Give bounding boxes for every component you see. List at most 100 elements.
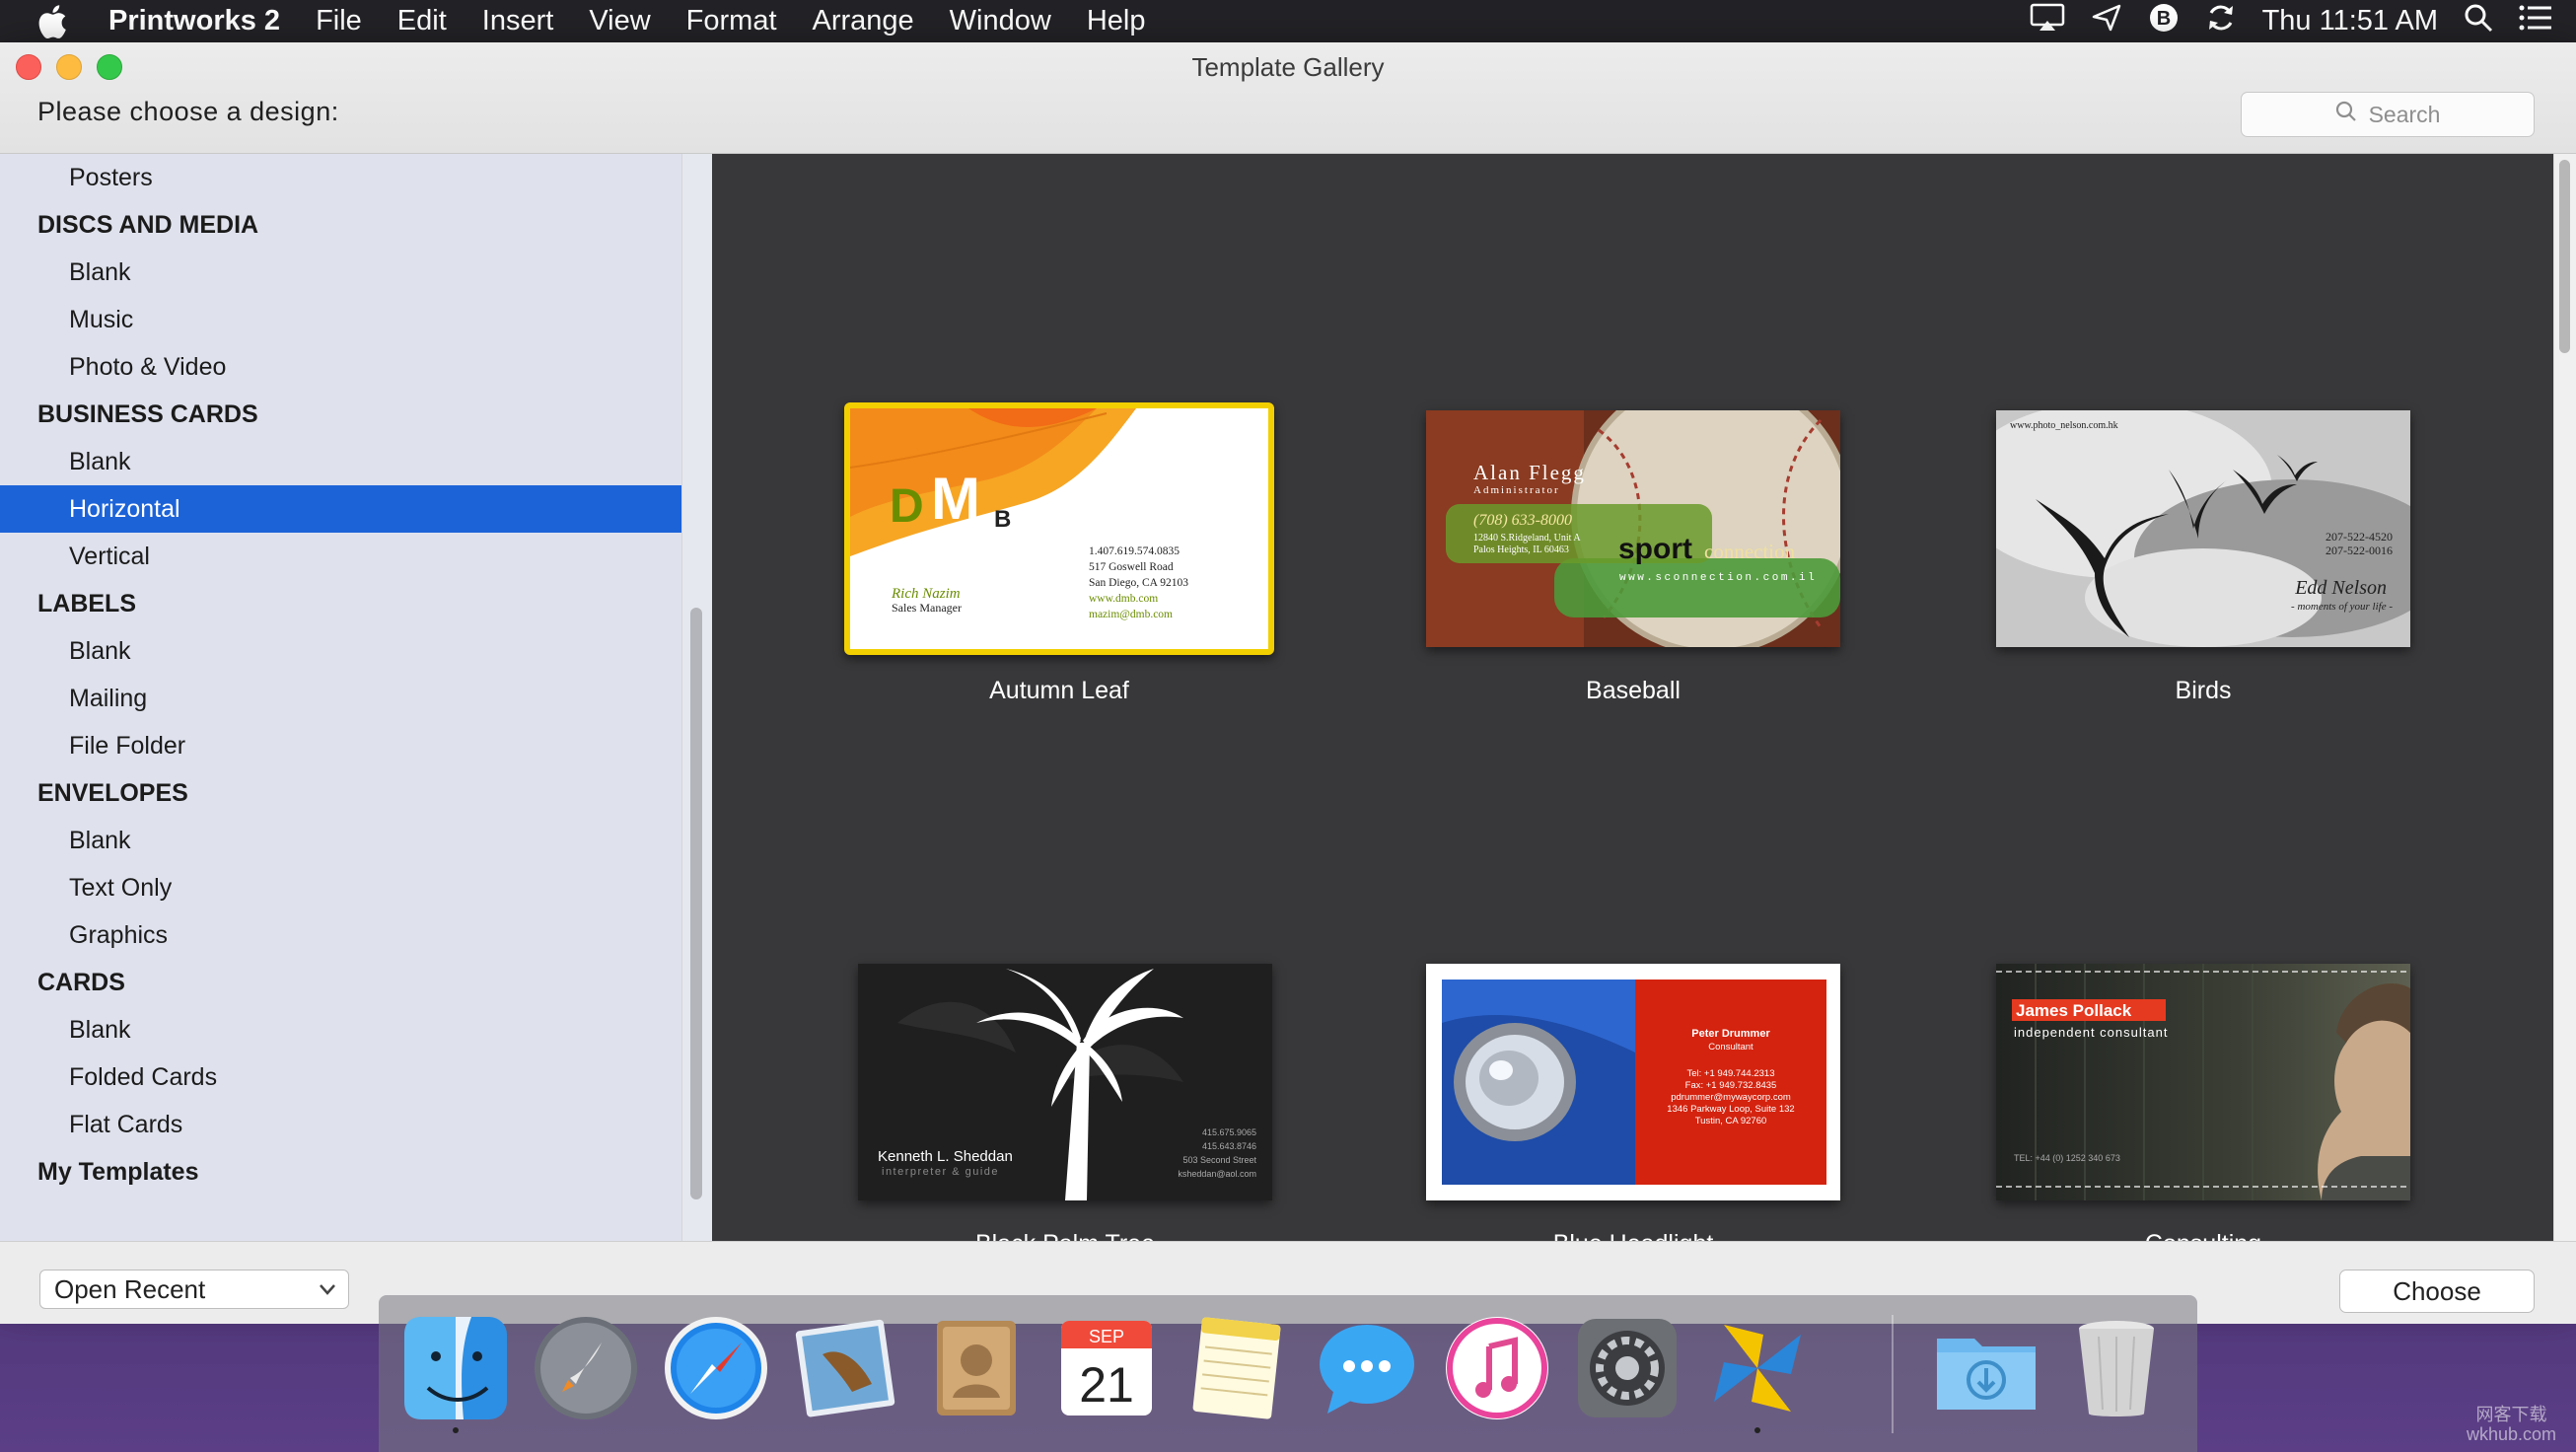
menu-edit[interactable]: Edit (380, 5, 465, 37)
autumn-leaf-card-art: D M B Rich Nazim Sales Manager 1.407.619… (850, 408, 1268, 649)
sidebar-header-labels[interactable]: LABELS (0, 580, 682, 627)
baseball-card-art: Alan Flegg Administrator (708) 633-8000 … (1426, 410, 1840, 647)
notes-icon[interactable] (1181, 1313, 1292, 1423)
card-role: interpreter & guide (882, 1166, 999, 1178)
running-indicator (453, 1427, 459, 1433)
menu-help[interactable]: Help (1069, 5, 1164, 37)
sidebar-scrollbar[interactable] (681, 154, 712, 1241)
display-mirror-icon[interactable] (2030, 3, 2065, 40)
card-logo: D (890, 480, 924, 533)
bluetooth-b-icon[interactable]: B (2148, 2, 2180, 41)
spotlight-search-icon[interactable] (2464, 3, 2493, 40)
card-line: San Diego, CA 92103 (1089, 577, 1188, 589)
gallery-scrollbar[interactable] (2553, 154, 2576, 1241)
printworks-icon[interactable] (1702, 1313, 1813, 1433)
card-name: James Pollack (2016, 1001, 2132, 1020)
sidebar-item-flat-cards[interactable]: Flat Cards (0, 1101, 682, 1148)
menu-arrange[interactable]: Arrange (795, 5, 932, 37)
finder-icon[interactable] (400, 1313, 511, 1433)
sidebar-header-discs-and-media[interactable]: DISCS AND MEDIA (0, 201, 682, 249)
card-role: independent consultant (2014, 1025, 2168, 1040)
location-arrow-icon[interactable] (2091, 3, 2122, 40)
menu-format[interactable]: Format (669, 5, 795, 37)
open-recent-dropdown[interactable]: Open Recent (39, 1270, 349, 1309)
template-gallery-window: Template Gallery Please choose a design:… (0, 42, 2576, 1324)
itunes-icon[interactable] (1442, 1313, 1552, 1423)
card-web: www.sconnection.com.il (1619, 572, 1817, 584)
sidebar-header-my-templates[interactable]: My Templates (0, 1148, 682, 1196)
menu-app-name[interactable]: Printworks 2 (108, 5, 298, 37)
card-phone: 207-522-4520 (2326, 530, 2393, 544)
template-label: Birds (2175, 677, 2232, 704)
menu-clock[interactable]: Thu 11:51 AM (2262, 5, 2438, 37)
template-label: Black Palm Tree (858, 1230, 1272, 1241)
sidebar-item-file-folder[interactable]: File Folder (0, 722, 682, 769)
sidebar-item-business-blank[interactable]: Blank (0, 438, 682, 485)
sidebar-item-mailing[interactable]: Mailing (0, 675, 682, 722)
search-field[interactable]: Search (2241, 92, 2535, 137)
template-thumbnail[interactable]: D M B Rich Nazim Sales Manager 1.407.619… (844, 402, 1274, 655)
search-icon (2335, 101, 2357, 128)
card-logo-b: B (994, 506, 1011, 533)
card-address: 12840 S.Ridgeland, Unit A (1473, 533, 1581, 544)
card-city: Palos Heights, IL 60463 (1473, 544, 1569, 555)
template-thumbnail[interactable]: www.photo_nelson.com.hk 207-522-4520 207… (1996, 410, 2410, 647)
template-thumbnail[interactable]: Alan Flegg Administrator (708) 633-8000 … (1426, 410, 1840, 647)
sidebar-item-folded-cards[interactable]: Folded Cards (0, 1053, 682, 1101)
template-label: Blue Headlight (1426, 1230, 1840, 1241)
mail-icon[interactable] (791, 1313, 901, 1423)
card-line: www.dmb.com (1089, 593, 1158, 605)
svg-text:B: B (2156, 8, 2170, 30)
template-label: Baseball (1586, 677, 1681, 704)
sidebar-item-graphics[interactable]: Graphics (0, 911, 682, 959)
sidebar-item-horizontal[interactable]: Horizontal (0, 485, 682, 533)
watermark-line1: 网客下载 (2475, 1405, 2547, 1424)
sidebar-header-business-cards[interactable]: BUSINESS CARDS (0, 391, 682, 438)
system-preferences-icon[interactable] (1572, 1313, 1682, 1423)
consulting-card-art: James Pollack independent consultant TEL… (1996, 964, 2410, 1200)
card-line: 1346 Parkway Loop, Suite 132 (1667, 1104, 1794, 1115)
template-thumbnail[interactable]: Peter Drummer Consultant Tel: +1 949.744… (1426, 964, 1840, 1200)
sidebar-item-text-only[interactable]: Text Only (0, 864, 682, 911)
menu-file[interactable]: File (298, 5, 380, 37)
trash-icon[interactable] (2061, 1313, 2172, 1423)
sidebar-header-cards[interactable]: CARDS (0, 959, 682, 1006)
calendar-icon[interactable]: SEP 21 (1051, 1313, 1162, 1423)
blue-headlight-card-art: Peter Drummer Consultant Tel: +1 949.744… (1426, 964, 1840, 1200)
card-tel: TEL: +44 (0) 1252 340 673 (2014, 1153, 2120, 1163)
card-role: Sales Manager (892, 601, 962, 615)
title-bar: Template Gallery Please choose a design:… (0, 42, 2576, 154)
template-thumbnail[interactable]: James Pollack independent consultant TEL… (1996, 964, 2410, 1200)
sidebar-item-discs-blank[interactable]: Blank (0, 249, 682, 296)
sidebar-item-posters[interactable]: Posters (0, 154, 682, 201)
template-label: Autumn Leaf (989, 677, 1129, 704)
choose-button[interactable]: Choose (2339, 1270, 2535, 1313)
gallery-scroll-thumb[interactable] (2559, 160, 2570, 353)
safari-icon[interactable] (661, 1313, 771, 1423)
template-thumbnail[interactable]: Kenneth L. Sheddan interpreter & guide 4… (858, 964, 1272, 1200)
sidebar-item-labels-blank[interactable]: Blank (0, 627, 682, 675)
card-line: 517 Goswell Road (1089, 561, 1174, 573)
notification-center-icon[interactable] (2519, 4, 2552, 39)
downloads-folder-icon[interactable] (1931, 1313, 2041, 1423)
sidebar-item-vertical[interactable]: Vertical (0, 533, 682, 580)
contacts-icon[interactable] (921, 1313, 1032, 1423)
messages-icon[interactable] (1312, 1313, 1422, 1423)
menu-view[interactable]: View (571, 5, 668, 37)
sidebar-item-music[interactable]: Music (0, 296, 682, 343)
sidebar-item-photo-video[interactable]: Photo & Video (0, 343, 682, 391)
menu-insert[interactable]: Insert (465, 5, 572, 37)
sidebar-header-envelopes[interactable]: ENVELOPES (0, 769, 682, 817)
sidebar-item-envelopes-blank[interactable]: Blank (0, 817, 682, 864)
sidebar-item-cards-blank[interactable]: Blank (0, 1006, 682, 1053)
card-line: Tel: +1 949.744.2313 (1686, 1068, 1774, 1079)
sync-icon[interactable] (2205, 2, 2237, 41)
card-line: 415.643.8746 (1202, 1141, 1256, 1151)
sidebar-scroll-thumb[interactable] (690, 608, 702, 1199)
category-sidebar: Posters DISCS AND MEDIA Blank Music Phot… (0, 154, 712, 1241)
menu-window[interactable]: Window (932, 5, 1069, 37)
apple-menu-icon[interactable] (37, 4, 73, 38)
launchpad-icon[interactable] (531, 1313, 641, 1423)
template-gallery: D M B Rich Nazim Sales Manager 1.407.619… (712, 154, 2576, 1241)
card-line: mazim@dmb.com (1089, 609, 1173, 620)
